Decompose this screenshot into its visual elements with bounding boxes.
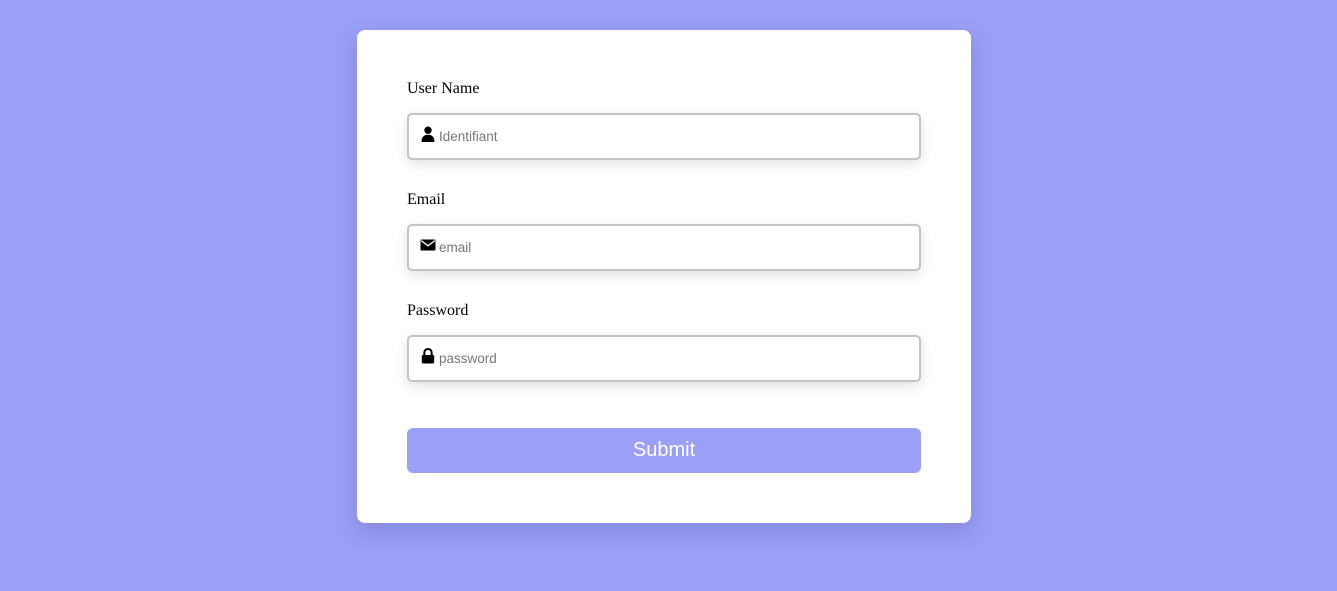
username-input[interactable] [439,115,909,158]
user-icon [420,126,436,142]
password-field[interactable] [407,335,921,382]
username-field[interactable] [407,113,921,160]
password-input[interactable] [439,337,909,380]
envelope-icon [420,237,436,253]
signup-form-card: User Name Email Password Submit [357,30,971,523]
username-label: User Name [407,80,480,97]
email-field[interactable] [407,224,921,271]
email-input[interactable] [439,226,909,269]
submit-button[interactable]: Submit [407,428,921,473]
email-label: Email [407,191,446,208]
lock-icon [420,348,436,364]
password-label: Password [407,302,469,319]
